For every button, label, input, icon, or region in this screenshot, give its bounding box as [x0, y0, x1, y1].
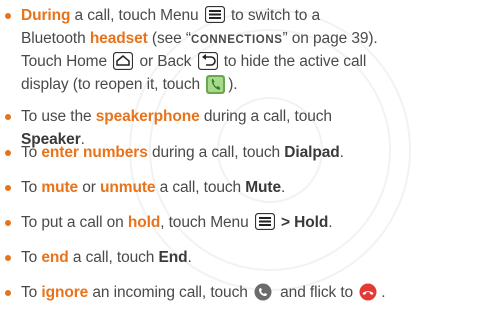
bullet: [5, 220, 11, 226]
bullet: [5, 150, 11, 156]
bullet: [5, 13, 11, 19]
decline-call-icon: [359, 283, 379, 301]
home-icon: [113, 52, 134, 70]
bullet: [5, 290, 11, 296]
bullet: [5, 255, 11, 261]
menu-icon: [204, 6, 225, 24]
back-icon: [197, 52, 218, 70]
phone-app-icon: [206, 75, 226, 94]
bullet: [5, 114, 11, 120]
answer-call-icon: [254, 283, 274, 301]
menu-icon: [254, 213, 275, 231]
bullet: [5, 185, 11, 191]
